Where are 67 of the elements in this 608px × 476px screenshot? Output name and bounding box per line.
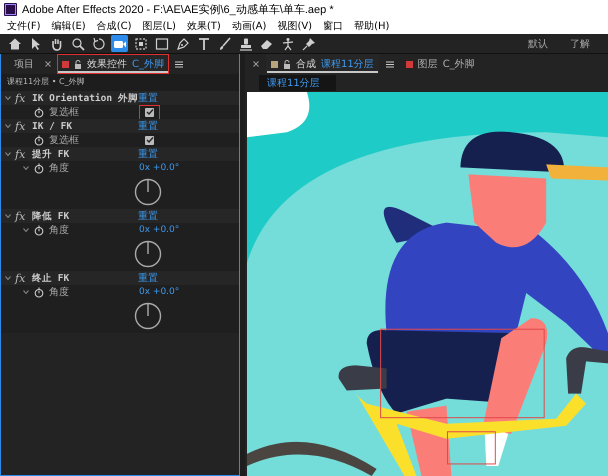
angle-value[interactable]: 0x +0.0° bbox=[139, 287, 180, 297]
chevron-icon[interactable] bbox=[5, 96, 11, 100]
chevron-icon[interactable] bbox=[23, 228, 29, 232]
fx-icon[interactable]: fx bbox=[15, 120, 32, 132]
menu-item[interactable]: 文件(F) bbox=[7, 19, 41, 33]
angle-dial[interactable] bbox=[134, 178, 162, 206]
menu-item[interactable]: 窗口 bbox=[323, 19, 344, 33]
menu-icon[interactable] bbox=[174, 60, 183, 68]
camera-tool-icon[interactable] bbox=[111, 35, 128, 52]
reset-link[interactable]: 重置 bbox=[138, 209, 158, 223]
angle-value[interactable]: 0x +0.0° bbox=[139, 225, 180, 235]
angle-dial[interactable] bbox=[134, 302, 162, 330]
menu-item[interactable]: 图层(L) bbox=[142, 19, 176, 33]
menu-item[interactable]: 动画(A) bbox=[232, 19, 266, 33]
chevron-icon[interactable] bbox=[5, 214, 11, 218]
composition-chip[interactable]: 课程11分层 bbox=[259, 75, 336, 91]
chevron-icon[interactable] bbox=[5, 152, 11, 156]
reset-link[interactable]: 重置 bbox=[138, 147, 158, 161]
stopwatch-icon[interactable] bbox=[34, 106, 44, 118]
stopwatch-icon[interactable] bbox=[34, 162, 44, 174]
chevron-icon[interactable] bbox=[23, 166, 29, 170]
param-label: 角度 bbox=[49, 224, 70, 237]
workspace-tab[interactable]: 了解 bbox=[570, 36, 590, 50]
param-label: 复选框 bbox=[49, 134, 80, 147]
fx-icon[interactable]: fx bbox=[15, 148, 32, 160]
reset-link[interactable]: 重置 bbox=[138, 119, 158, 133]
pin-tool-icon[interactable] bbox=[300, 35, 317, 52]
breadcrumb: 课程11分层 • C_外脚 bbox=[1, 74, 239, 91]
effect-name: IK Orientation 外脚 bbox=[32, 92, 138, 104]
window-title: Adobe After Effects 2020 - F:\AE\AE实例\6_动感单车\单车.aep * bbox=[22, 2, 334, 16]
chevron-icon[interactable] bbox=[5, 276, 11, 280]
workspace-tab[interactable]: 默认 bbox=[528, 36, 548, 50]
checkbox[interactable] bbox=[145, 136, 154, 144]
panel-tab[interactable]: 效果控件 C_外脚 bbox=[57, 54, 169, 74]
lock-icon[interactable] bbox=[74, 60, 82, 68]
menu-item[interactable]: 视图(V) bbox=[277, 19, 312, 33]
menu-icon[interactable] bbox=[386, 60, 394, 68]
stopwatch-icon[interactable] bbox=[34, 286, 44, 298]
effect-name: IK / FK bbox=[32, 120, 74, 132]
effect-name: 降低 FK bbox=[32, 210, 70, 222]
app-logo-icon bbox=[4, 2, 17, 16]
menu-item[interactable]: 编辑(E) bbox=[52, 19, 86, 33]
checkbox[interactable] bbox=[145, 108, 154, 116]
fx-icon[interactable]: fx bbox=[15, 92, 32, 104]
chevron-icon[interactable] bbox=[5, 124, 11, 128]
fx-icon[interactable]: fx bbox=[15, 210, 32, 222]
param-label: 角度 bbox=[49, 286, 70, 299]
reset-link[interactable]: 重置 bbox=[138, 91, 158, 105]
menu-item[interactable]: 合成(C) bbox=[96, 19, 132, 33]
angle-dial[interactable] bbox=[134, 240, 162, 268]
effect-name: 终止 FK bbox=[32, 272, 70, 284]
angle-value[interactable]: 0x +0.0° bbox=[139, 163, 180, 173]
param-label: 复选框 bbox=[49, 106, 80, 119]
menu-item[interactable]: 帮助(H) bbox=[354, 19, 390, 33]
panel-tab[interactable]: 图层 C_外脚 bbox=[400, 54, 480, 74]
effect-name: 提升 FK bbox=[32, 148, 70, 160]
chevron-icon[interactable] bbox=[23, 290, 29, 294]
stopwatch-icon[interactable] bbox=[34, 224, 44, 236]
lock-icon[interactable] bbox=[283, 60, 291, 68]
stopwatch-icon[interactable] bbox=[34, 134, 44, 146]
param-label: 角度 bbox=[49, 162, 70, 175]
close-icon[interactable] bbox=[253, 61, 259, 67]
close-icon[interactable] bbox=[45, 61, 51, 67]
panel-tab[interactable]: 项目 bbox=[9, 54, 39, 74]
reset-link[interactable]: 重置 bbox=[138, 271, 158, 285]
menu-item[interactable]: 效果(T) bbox=[186, 19, 221, 33]
fx-icon[interactable]: fx bbox=[15, 272, 32, 284]
